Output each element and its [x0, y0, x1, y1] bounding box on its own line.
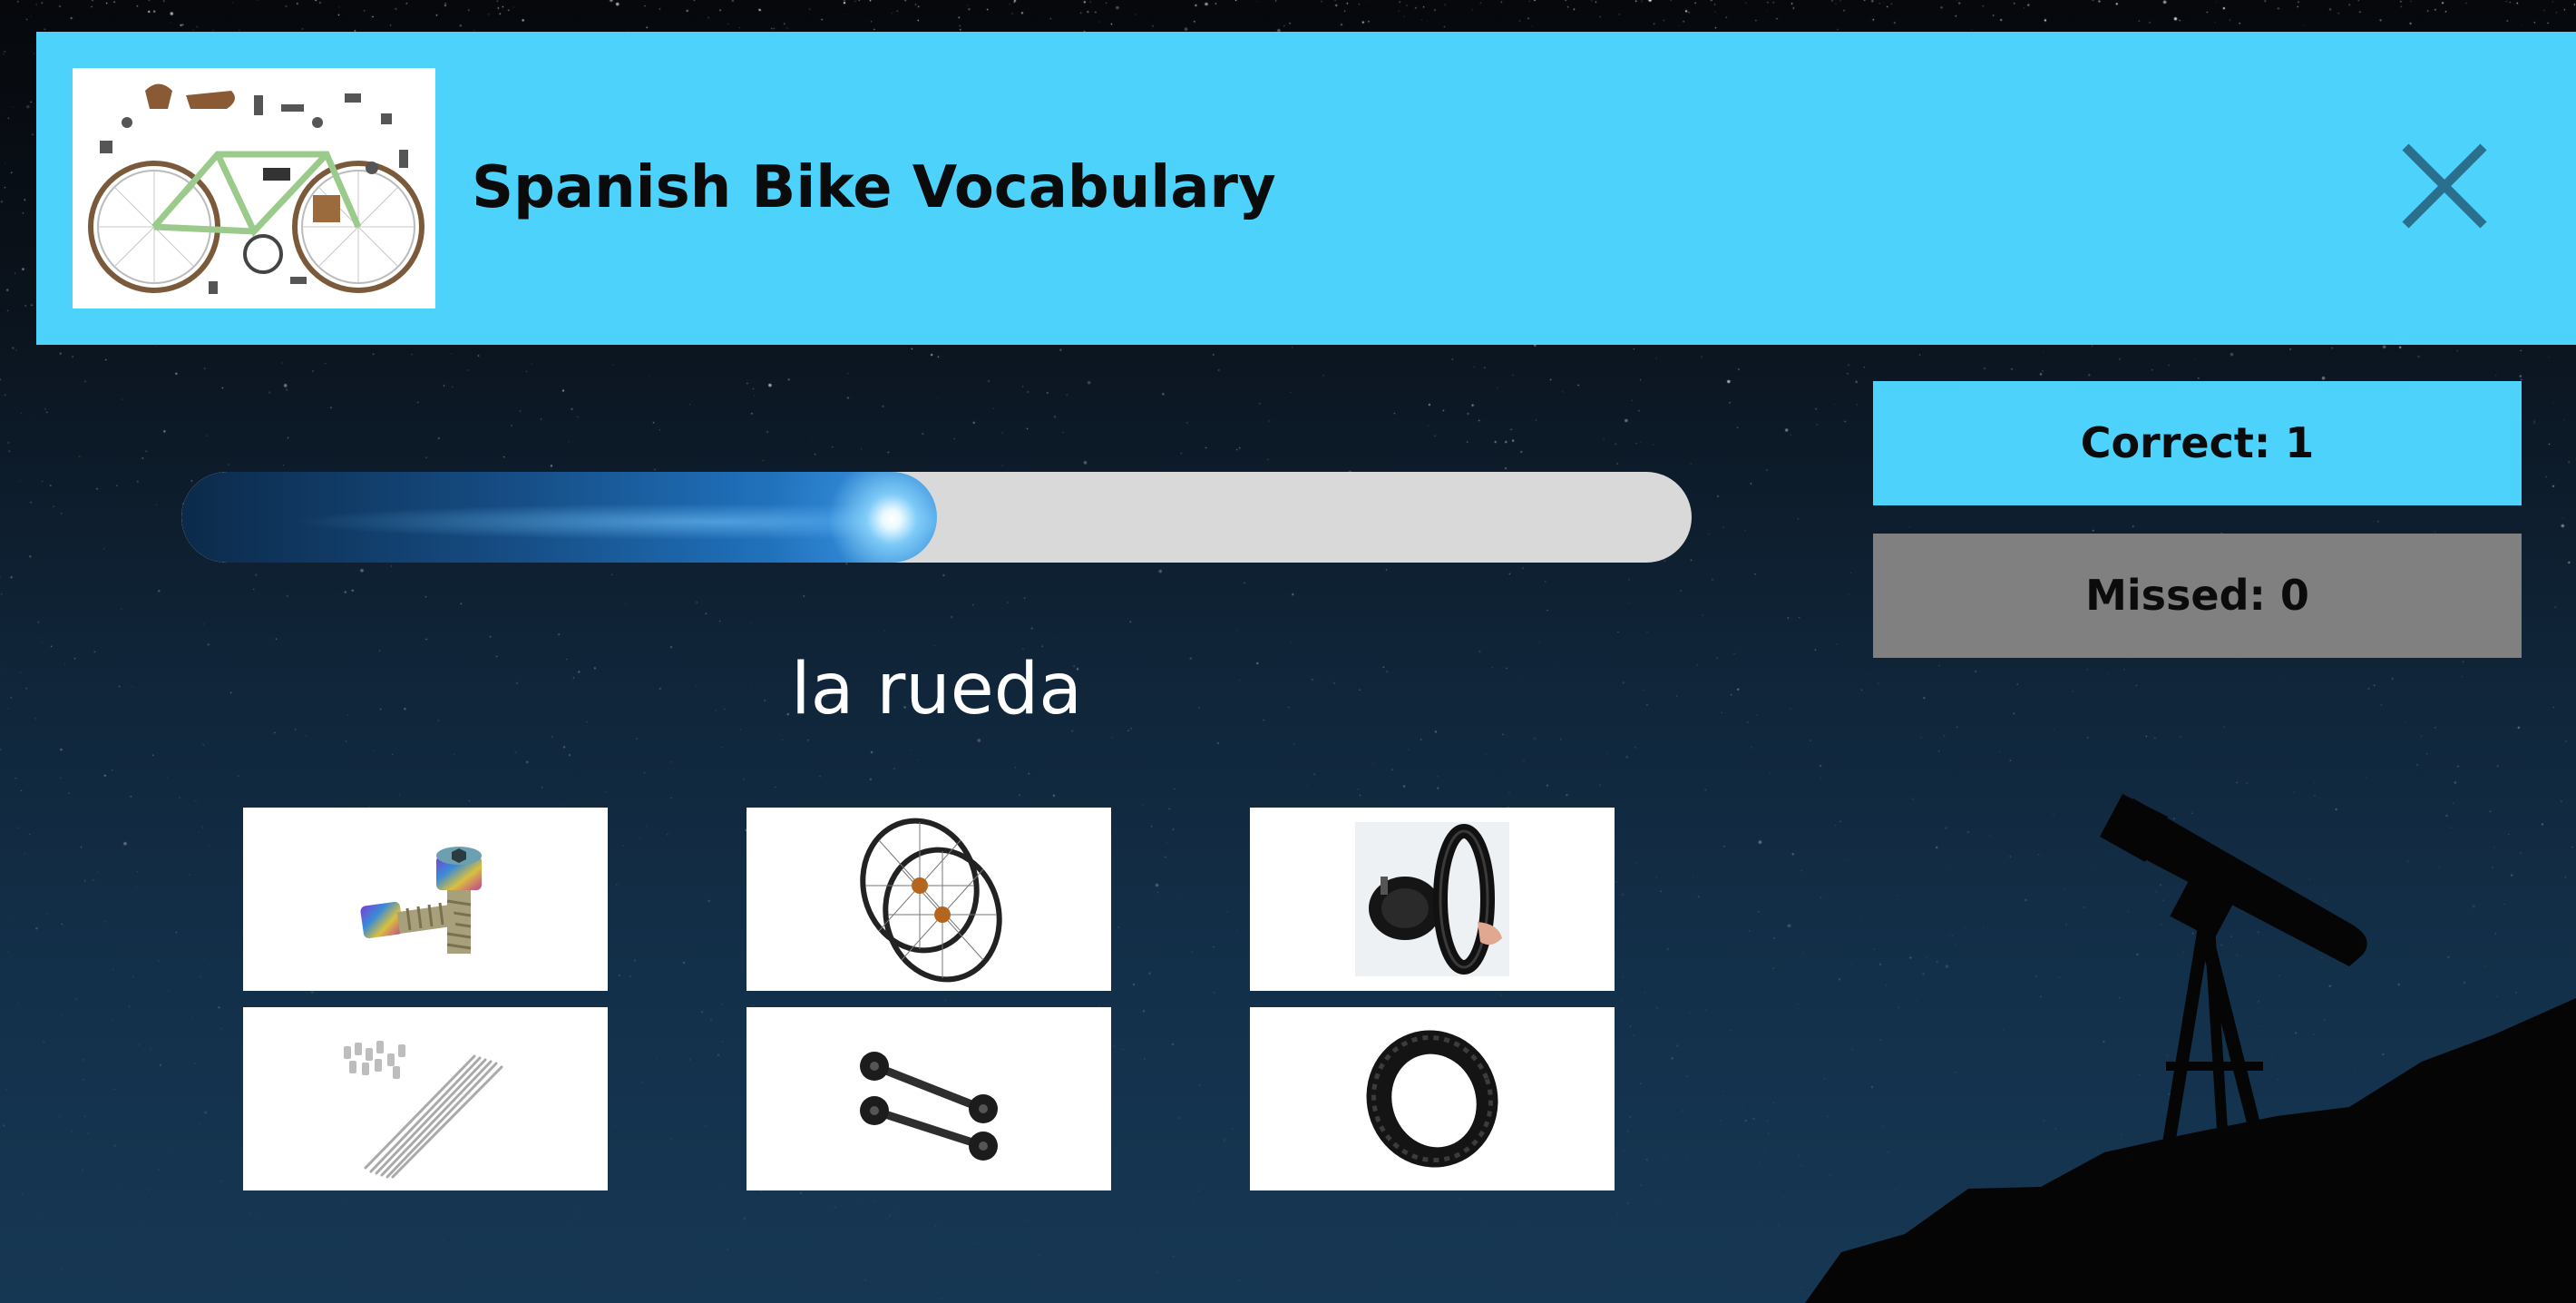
close-icon	[2402, 143, 2487, 229]
choice-tire[interactable]	[1250, 1007, 1615, 1190]
wheels-image-icon	[860, 818, 1002, 983]
progress-bar	[181, 472, 1692, 563]
progress-fill	[181, 472, 937, 563]
tire-image-icon	[1366, 1030, 1498, 1168]
inner-tube-image-icon	[1355, 822, 1509, 976]
bike-parts-thumbnail	[73, 68, 435, 309]
page-title: Spanish Bike Vocabulary	[472, 154, 1276, 221]
answer-choices-grid	[243, 808, 1617, 1190]
choice-spokes[interactable]	[243, 1007, 608, 1190]
close-button[interactable]	[2395, 136, 2494, 236]
bike-parts-flatlay-icon	[88, 83, 424, 294]
choice-axles[interactable]	[746, 1007, 1111, 1190]
correct-count: Correct: 1	[1873, 381, 2522, 505]
axles-image-icon	[860, 1052, 998, 1161]
telescope-silhouette	[1805, 794, 2576, 1303]
choice-wheels[interactable]	[746, 808, 1111, 991]
spokes-image-icon	[344, 1041, 503, 1179]
choice-bolts[interactable]	[243, 808, 608, 991]
choice-inner-tube[interactable]	[1250, 808, 1615, 991]
bolts-image-icon	[360, 847, 482, 954]
header-bar: Spanish Bike Vocabulary	[36, 32, 2576, 345]
vocabulary-word: la rueda	[790, 649, 1083, 730]
missed-count: Missed: 0	[1873, 534, 2522, 658]
